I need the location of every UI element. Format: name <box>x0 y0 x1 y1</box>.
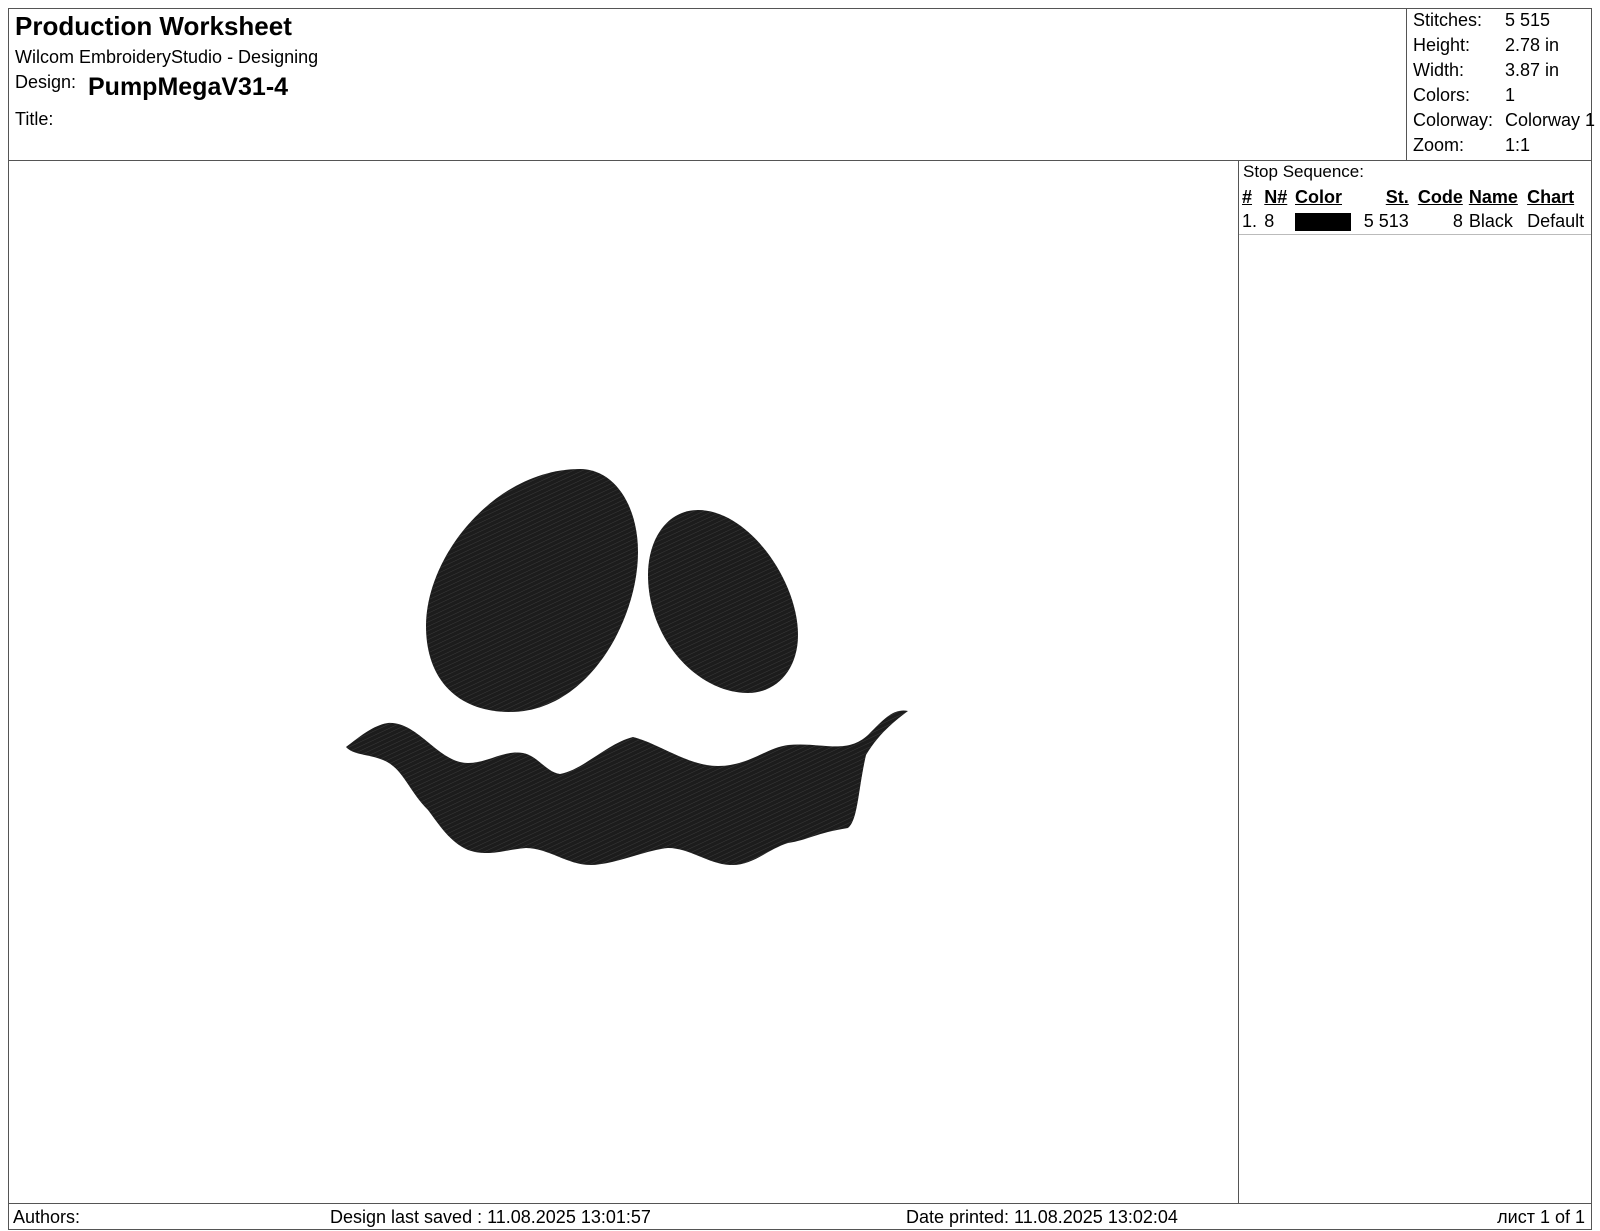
page-title: Production Worksheet <box>15 11 292 41</box>
embroidery-design-preview <box>346 469 908 866</box>
design-label: Design: <box>15 72 77 92</box>
table-header-row: # N# Color St. Code Name Chart <box>1239 186 1591 209</box>
stop-sequence-title: Stop Sequence: <box>1243 162 1364 181</box>
column-header-name: Name <box>1468 187 1518 207</box>
row-thread-name: Black <box>1465 209 1525 235</box>
page-number: лист 1 of 1 <box>1497 1207 1585 1227</box>
spec-label: Width: <box>1413 60 1465 80</box>
column-header-color: Color <box>1295 187 1342 207</box>
spec-value: 1 <box>1505 85 1516 105</box>
spec-height: Height: 2.78 in <box>1413 35 1559 56</box>
mouth-shape <box>346 710 908 866</box>
spec-label: Colorway: <box>1413 110 1494 130</box>
row-code: 8 <box>1411 209 1466 235</box>
application-name: Wilcom EmbroideryStudio - Designing <box>15 47 319 67</box>
spec-zoom: Zoom: 1:1 <box>1413 135 1530 156</box>
spec-value: 3.87 in <box>1505 60 1560 80</box>
column-header-number: # <box>1242 187 1253 207</box>
row-number: 1. <box>1239 209 1262 235</box>
worksheet-header: Production Worksheet Wilcom EmbroiderySt… <box>8 8 1595 161</box>
spec-label: Colors: <box>1413 85 1471 105</box>
right-eye-shape <box>648 510 798 693</box>
design-specs-panel: Stitches: 5 515 Height: 2.78 in Width: 3… <box>1406 9 1595 161</box>
stop-sequence-panel: Stop Sequence: # N# Color St. Code Name … <box>1238 160 1592 1203</box>
left-eye-shape <box>426 469 638 712</box>
title-label: Title: <box>15 109 54 129</box>
spec-colors: Colors: 1 <box>1413 85 1515 106</box>
worksheet-footer: Authors: Design last saved : 11.08.2025 … <box>8 1203 1592 1230</box>
spec-value: Colorway 1 <box>1505 110 1596 130</box>
spec-width: Width: 3.87 in <box>1413 60 1559 81</box>
color-swatch <box>1295 213 1351 232</box>
row-color <box>1292 209 1358 235</box>
spec-label: Height: <box>1413 35 1471 55</box>
design-name: PumpMegaV31-4 <box>88 73 289 101</box>
spec-value: 1:1 <box>1505 135 1531 155</box>
spec-label: Stitches: <box>1413 10 1483 30</box>
spec-stitches: Stitches: 5 515 <box>1413 10 1550 31</box>
spec-value: 5 515 <box>1505 10 1551 30</box>
column-header-chart: Chart <box>1527 187 1575 207</box>
column-header-code: Code <box>1417 187 1463 207</box>
row-stitches: 5 513 <box>1357 209 1412 235</box>
column-header-stitches: St. <box>1385 187 1409 207</box>
column-header-needle: N# <box>1264 187 1288 207</box>
spec-value: 2.78 in <box>1505 35 1560 55</box>
design-preview-canvas <box>8 160 1238 1203</box>
authors-label: Authors: <box>13 1207 81 1227</box>
spec-label: Zoom: <box>1413 135 1465 155</box>
last-saved: Design last saved : 11.08.2025 13:01:57 <box>330 1207 651 1227</box>
spec-colorway: Colorway: Colorway 1 <box>1413 110 1595 131</box>
date-printed: Date printed: 11.08.2025 13:02:04 <box>906 1207 1178 1227</box>
stop-sequence-table: # N# Color St. Code Name Chart 1. 8 5 51… <box>1239 186 1591 235</box>
row-chart: Default <box>1524 209 1591 235</box>
table-row: 1. 8 5 513 8 Black Default <box>1239 209 1591 235</box>
row-needle: 8 <box>1261 209 1292 235</box>
